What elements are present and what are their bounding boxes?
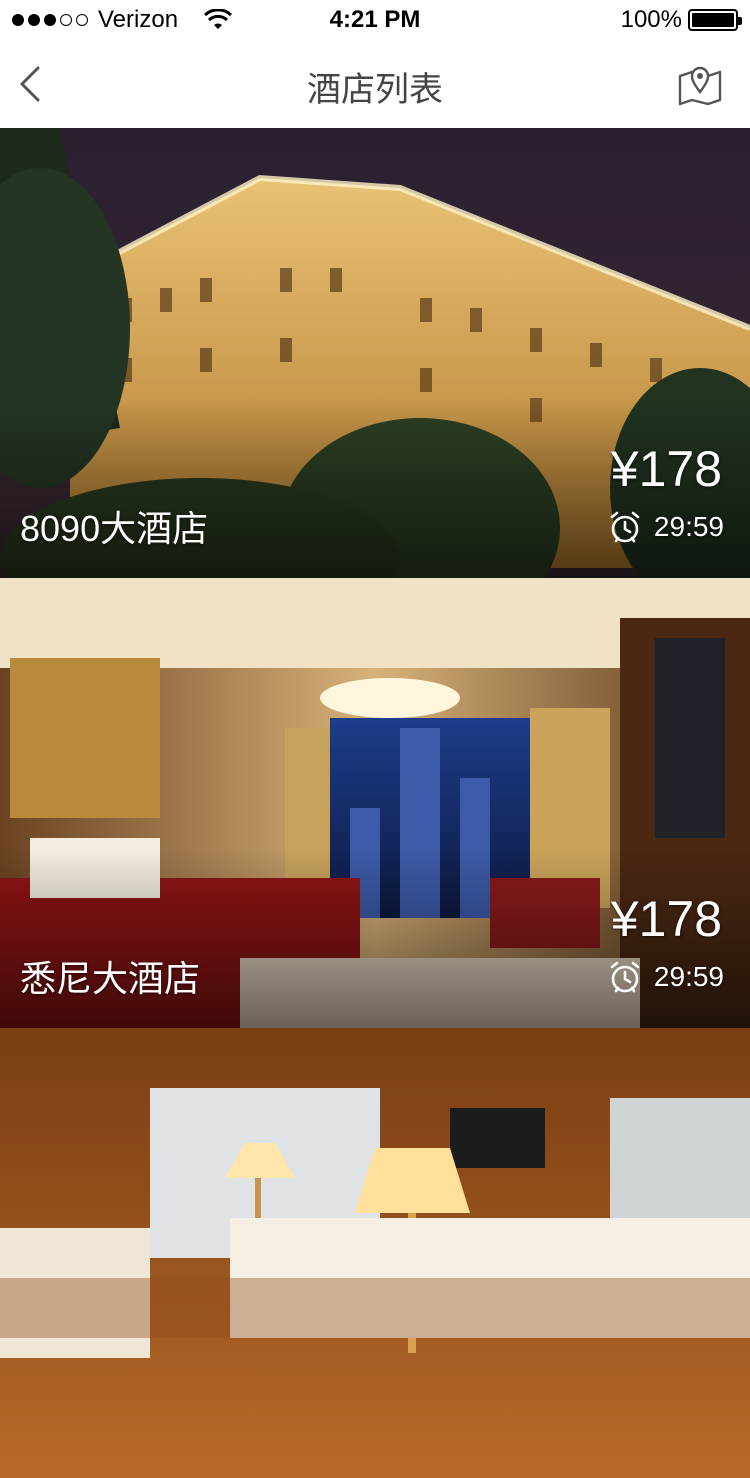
hotel-card[interactable]: 悉尼大酒店 ¥178 29:59 (0, 578, 750, 1028)
status-right: 100% (620, 6, 742, 34)
countdown: 29:59 (608, 960, 724, 994)
alarm-clock-icon (610, 511, 640, 543)
alarm-clock-icon (610, 961, 640, 993)
countdown: 29:59 (608, 510, 724, 544)
page-title: 酒店列表 (307, 71, 443, 109)
hotel-name: 8090大酒店 (20, 508, 209, 549)
status-bar: Verizon 4:21 PM 100% (0, 0, 750, 40)
hotel-name: 悉尼大酒店 (20, 958, 201, 999)
battery-icon (688, 9, 742, 31)
countdown-time: 29:59 (653, 961, 724, 992)
countdown-time: 29:59 (653, 511, 724, 542)
hotel-card[interactable] (0, 1028, 750, 1478)
navigation-bar: 酒店列表 (0, 40, 750, 128)
hotel-photo-wood-room (0, 1028, 750, 1478)
battery-percent: 100% (620, 6, 682, 33)
hotel-price: ¥178 (610, 891, 722, 947)
hotel-card[interactable]: 8090大酒店 ¥178 29:59 (0, 128, 750, 578)
map-pin-icon[interactable] (678, 62, 722, 106)
hotel-list: 8090大酒店 ¥178 29:59 悉尼大酒店 ¥178 29:59 (0, 128, 750, 1478)
hotel-price: ¥178 (610, 441, 722, 497)
